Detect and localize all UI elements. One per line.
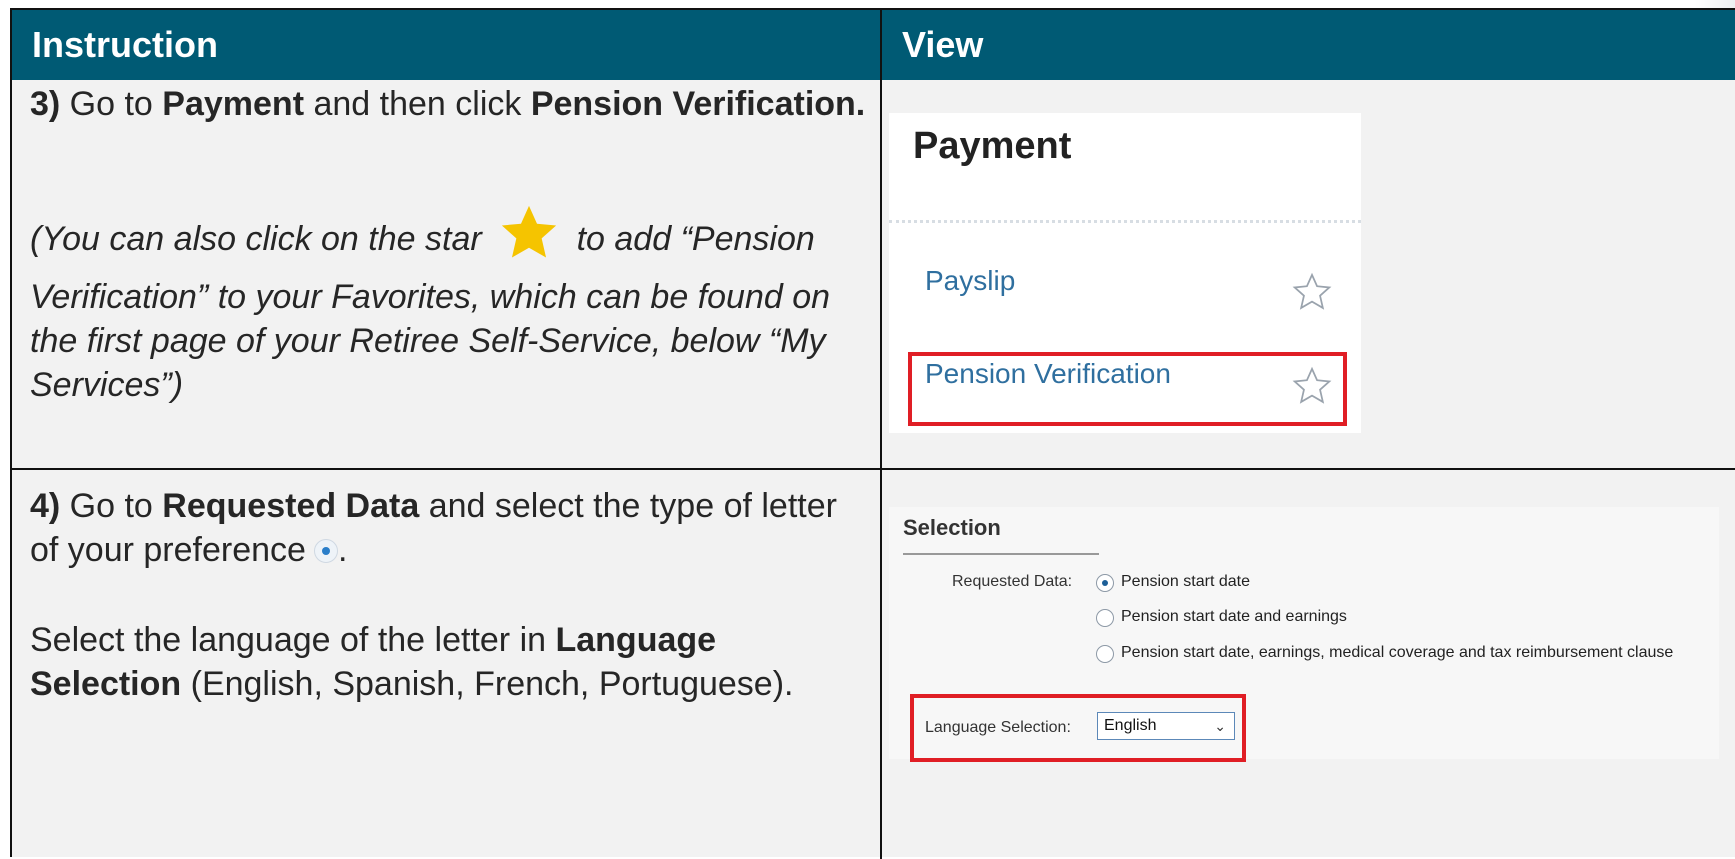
option-pension-full: Pension start date, earnings, medical co… xyxy=(1121,644,1674,661)
column-divider xyxy=(880,10,882,859)
step4-lang-text-b: (English, Spanish, French, Portuguese). xyxy=(181,665,794,703)
radio-pension-full[interactable] xyxy=(1096,645,1114,663)
option-pension-start-date-earnings: Pension start date and earnings xyxy=(1121,608,1347,625)
step4-lang-text-a: Select the language of the letter in xyxy=(30,621,556,659)
header-instruction: Instruction xyxy=(12,10,880,80)
step3-note: (You can also click on the star to add “… xyxy=(30,202,870,407)
header-view: View xyxy=(882,10,1735,80)
radio-pension-start-date-earnings[interactable] xyxy=(1096,609,1114,627)
step3-instruction: 3) Go to Payment and then click Pension … xyxy=(30,82,870,126)
step3-number: 3) xyxy=(30,85,61,123)
step3-payment: Payment xyxy=(162,85,305,123)
requested-data-label: Requested Data: xyxy=(952,573,1073,590)
option-pension-start-date: Pension start date xyxy=(1121,573,1250,590)
step3-text-b: and then click xyxy=(304,85,531,123)
step4-number: 4) xyxy=(30,487,61,525)
radio-pension-start-date[interactable] xyxy=(1096,574,1114,592)
selection-title: Selection xyxy=(903,515,1001,540)
step3-pension-verification: Pension Verification. xyxy=(530,85,866,123)
row-divider xyxy=(12,468,1735,470)
step4-text-a: Go to xyxy=(60,487,163,525)
payslip-link[interactable]: Payslip xyxy=(925,265,1015,297)
step4-text-c: . xyxy=(337,531,348,569)
payment-separator xyxy=(889,220,1361,223)
step3-note-a: (You can also click on the star xyxy=(30,220,482,258)
language-selection-highlight xyxy=(910,694,1246,762)
payment-title: Payment xyxy=(913,125,1072,167)
step4-requested-data: Requested Data xyxy=(162,487,420,525)
payslip-favorite-star-icon[interactable] xyxy=(1291,271,1333,313)
radio-selected-icon xyxy=(313,539,338,563)
selection-title-underline xyxy=(903,553,1099,555)
pension-verification-highlight xyxy=(908,352,1347,426)
step4-language-instruction: Select the language of the letter in Lan… xyxy=(30,618,870,706)
star-icon xyxy=(497,202,561,275)
step3-text-a: Go to xyxy=(60,85,163,123)
step4-instruction: 4) Go to Requested Data and select the t… xyxy=(30,484,870,572)
